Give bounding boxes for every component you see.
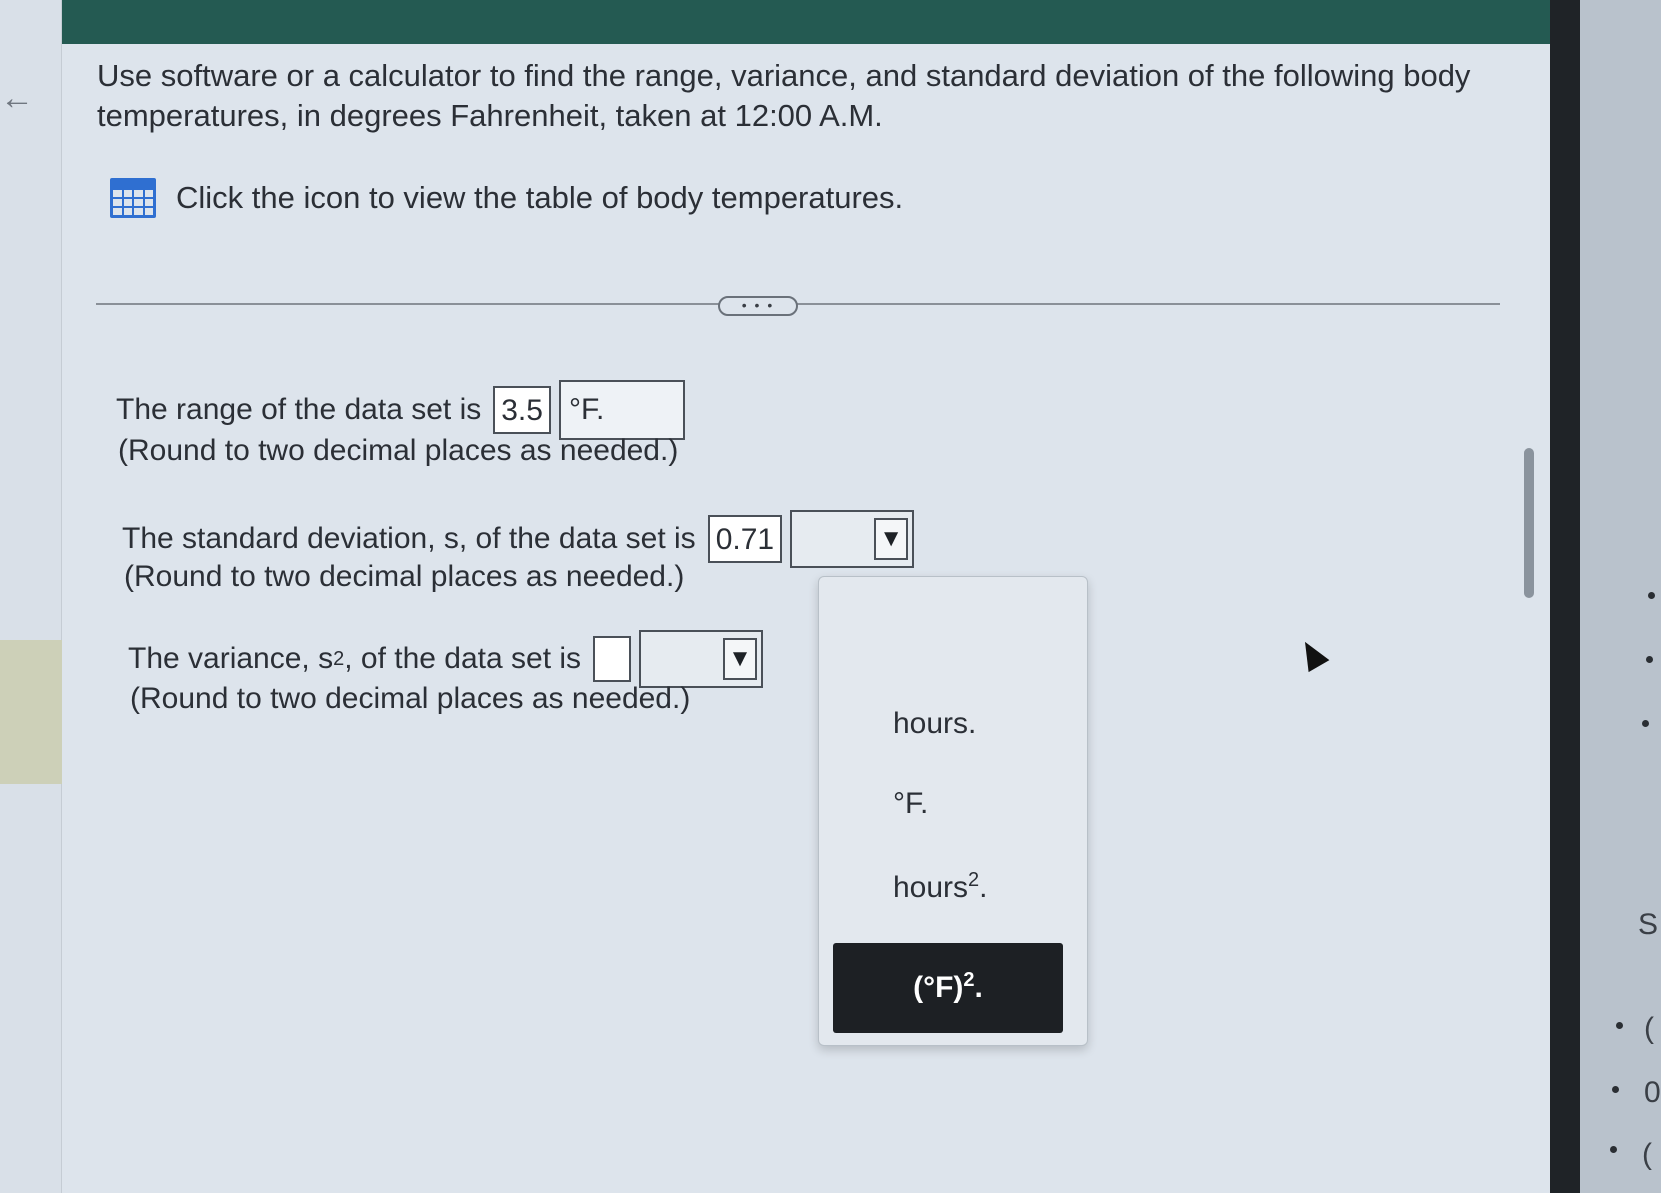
range-unit-dropdown[interactable]: °F. (558, 380, 685, 440)
variance-input[interactable] (593, 636, 632, 682)
bullet-dot (1642, 720, 1649, 727)
bullet-dot (1616, 1022, 1623, 1029)
chevron-down-icon[interactable]: ▼ (723, 638, 758, 680)
side-text-fragment: ( (1642, 1138, 1652, 1171)
chevron-down-icon[interactable]: ▼ (874, 518, 909, 560)
back-arrow-icon[interactable]: ← (0, 78, 34, 118)
unit-option-hours[interactable]: hours. (893, 707, 976, 741)
unit-option-hours-text: hours. (893, 707, 977, 740)
range-round-note: (Round to two decimal places as needed.) (118, 434, 679, 467)
unit-option-hours-squared-sup: 2 (968, 869, 980, 891)
bullet-dot (1610, 1146, 1617, 1153)
variance-unit-dropdown[interactable]: ▼ (639, 630, 764, 688)
bullet-dot (1646, 656, 1653, 663)
unit-option-hours-squared-base: hours (893, 871, 969, 904)
std-dev-input[interactable]: 0.71 (707, 515, 783, 563)
side-text-fragment: S (1638, 908, 1659, 941)
section-divider (96, 303, 1500, 305)
unit-option-fahrenheit-text: °F. (893, 787, 929, 820)
bullet-dot (1648, 592, 1655, 599)
top-bar (0, 0, 1661, 44)
unit-option-hours-squared-tail: . (979, 871, 988, 904)
table-grid-icon[interactable] (110, 178, 156, 218)
std-dev-unit-dropdown[interactable]: ▼ (790, 510, 915, 568)
table-link-row: Click the icon to view the table of body… (110, 178, 903, 218)
bullet-dot (1612, 1086, 1619, 1093)
scrollbar-thumb[interactable] (1524, 448, 1534, 598)
variance-label-b: , of the data set is (344, 642, 582, 675)
unit-option-fahrenheit-squared-base: (°F) (913, 971, 964, 1004)
left-strip (0, 0, 62, 1193)
range-label: The range of the data set is (116, 393, 482, 426)
std-dev-label: The standard deviation, s, of the data s… (122, 522, 696, 555)
monitor-bezel (1550, 0, 1580, 1193)
expand-more-button[interactable]: • • • (718, 296, 798, 316)
variance-label-a: The variance, s (128, 642, 334, 675)
unit-option-fahrenheit-squared[interactable]: (°F)2. (833, 943, 1063, 1033)
question-text: Use software or a calculator to find the… (97, 58, 1471, 133)
side-text-fragment: 0 (1644, 1076, 1661, 1109)
range-input[interactable]: 3.5 (493, 386, 551, 434)
variance-round-note: (Round to two decimal places as needed.) (130, 682, 691, 715)
unit-option-hours-squared[interactable]: hours2. (893, 869, 988, 905)
variance-row: The variance, s2, of the data set is ▼ (128, 630, 764, 688)
unit-options-menu: hours. °F. hours2. (°F)2. (818, 576, 1088, 1046)
unit-option-fahrenheit[interactable]: °F. (893, 787, 928, 821)
std-dev-round-note: (Round to two decimal places as needed.) (124, 560, 685, 593)
unit-option-fahrenheit-squared-sup: 2 (963, 969, 975, 991)
table-link-text: Click the icon to view the table of body… (176, 180, 904, 215)
unit-option-fahrenheit-squared-tail: . (974, 971, 983, 1004)
side-text-fragment: ( (1644, 1012, 1654, 1045)
range-row: The range of the data set is 3.5 °F. (116, 380, 685, 440)
